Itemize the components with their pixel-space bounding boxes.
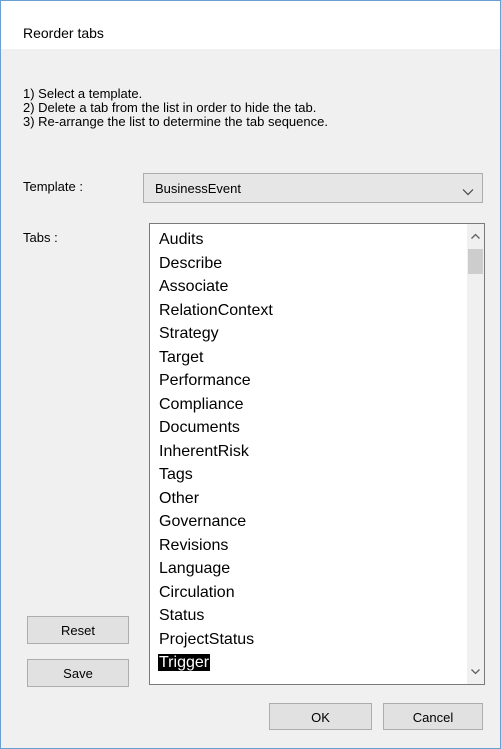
list-item-label: Other <box>159 489 200 507</box>
list-item-label: ProjectStatus <box>159 630 255 648</box>
ok-button[interactable]: OK <box>269 703 372 730</box>
title-bar: Reorder tabs <box>1 1 500 49</box>
list-item-label: Compliance <box>159 395 244 413</box>
list-item[interactable]: RelationContext <box>158 299 274 323</box>
scrollbar-thumb[interactable] <box>468 249 483 274</box>
vertical-scrollbar[interactable] <box>467 224 484 684</box>
list-item[interactable]: Tags <box>158 463 274 487</box>
list-item[interactable]: Audits <box>158 228 274 252</box>
tabs-list: Audits Describe Associate RelationContext St… <box>158 228 274 675</box>
list-item-label: Associate <box>159 278 229 295</box>
reset-button[interactable]: Reset <box>27 616 129 644</box>
instruction-step-2: 2) Delete a tab from the list in order t… <box>23 100 317 115</box>
list-item-label: Audits <box>159 231 204 248</box>
list-item-label: InherentRisk <box>159 442 249 460</box>
instruction-step-1: 1) Select a template. <box>23 86 143 101</box>
list-item[interactable]: Trigger <box>158 651 274 675</box>
reorder-tabs-dialog: Reorder tabs 1) Select a template. 2) De… <box>0 0 501 749</box>
cancel-button[interactable]: Cancel <box>383 703 483 730</box>
list-item[interactable]: Target <box>158 346 274 370</box>
list-item[interactable]: ProjectStatus <box>158 628 274 652</box>
instructions: 1) Select a template. 2) Delete a tab fr… <box>23 87 328 129</box>
list-item-label: Documents <box>159 419 240 436</box>
list-item[interactable]: Associate <box>158 275 274 299</box>
list-item-label: Circulation <box>159 583 235 601</box>
list-item-label: Describe <box>159 254 223 272</box>
list-item-label: Tags <box>159 466 193 483</box>
list-item[interactable]: Circulation <box>158 581 274 605</box>
list-item[interactable]: Language <box>158 557 274 581</box>
list-item[interactable]: Performance <box>158 369 274 393</box>
list-item[interactable]: Revisions <box>158 534 274 558</box>
list-item[interactable]: InherentRisk <box>158 440 274 464</box>
list-item[interactable]: Compliance <box>158 393 274 417</box>
reset-button-label: Reset <box>61 623 95 638</box>
window-title: Reorder tabs <box>23 25 104 41</box>
list-item-label: Target <box>159 348 204 366</box>
list-item-label: RelationContext <box>159 301 273 319</box>
list-item-label: Status <box>159 607 205 624</box>
save-button[interactable]: Save <box>27 659 129 687</box>
cancel-button-label: Cancel <box>412 710 454 725</box>
list-item[interactable]: Governance <box>158 510 274 534</box>
template-selected-value: BusinessEvent <box>155 181 241 196</box>
list-item-label: Trigger <box>158 654 211 671</box>
list-item[interactable]: Describe <box>158 252 274 276</box>
list-item-label: Revisions <box>159 536 229 554</box>
template-label: Template : <box>23 179 83 194</box>
save-button-label: Save <box>63 666 93 681</box>
list-item-label: Performance <box>159 372 251 389</box>
list-item[interactable]: Other <box>158 487 274 511</box>
scroll-up-arrow-icon[interactable] <box>467 228 484 245</box>
chevron-down-icon <box>462 184 474 199</box>
list-item-label: Governance <box>159 513 247 530</box>
list-item[interactable]: Strategy <box>158 322 274 346</box>
list-item-label: Language <box>159 560 231 577</box>
list-item-label: Strategy <box>159 325 219 342</box>
list-item[interactable]: Status <box>158 604 274 628</box>
instruction-step-3: 3) Re-arrange the list to determine the … <box>23 114 328 129</box>
list-item[interactable]: Documents <box>158 416 274 440</box>
ok-button-label: OK <box>311 710 330 725</box>
tabs-listbox[interactable]: Audits Describe Associate RelationContext St… <box>149 223 485 685</box>
scroll-down-arrow-icon[interactable] <box>467 663 484 680</box>
template-select[interactable]: BusinessEvent <box>143 173 483 203</box>
tabs-label: Tabs : <box>23 230 58 245</box>
